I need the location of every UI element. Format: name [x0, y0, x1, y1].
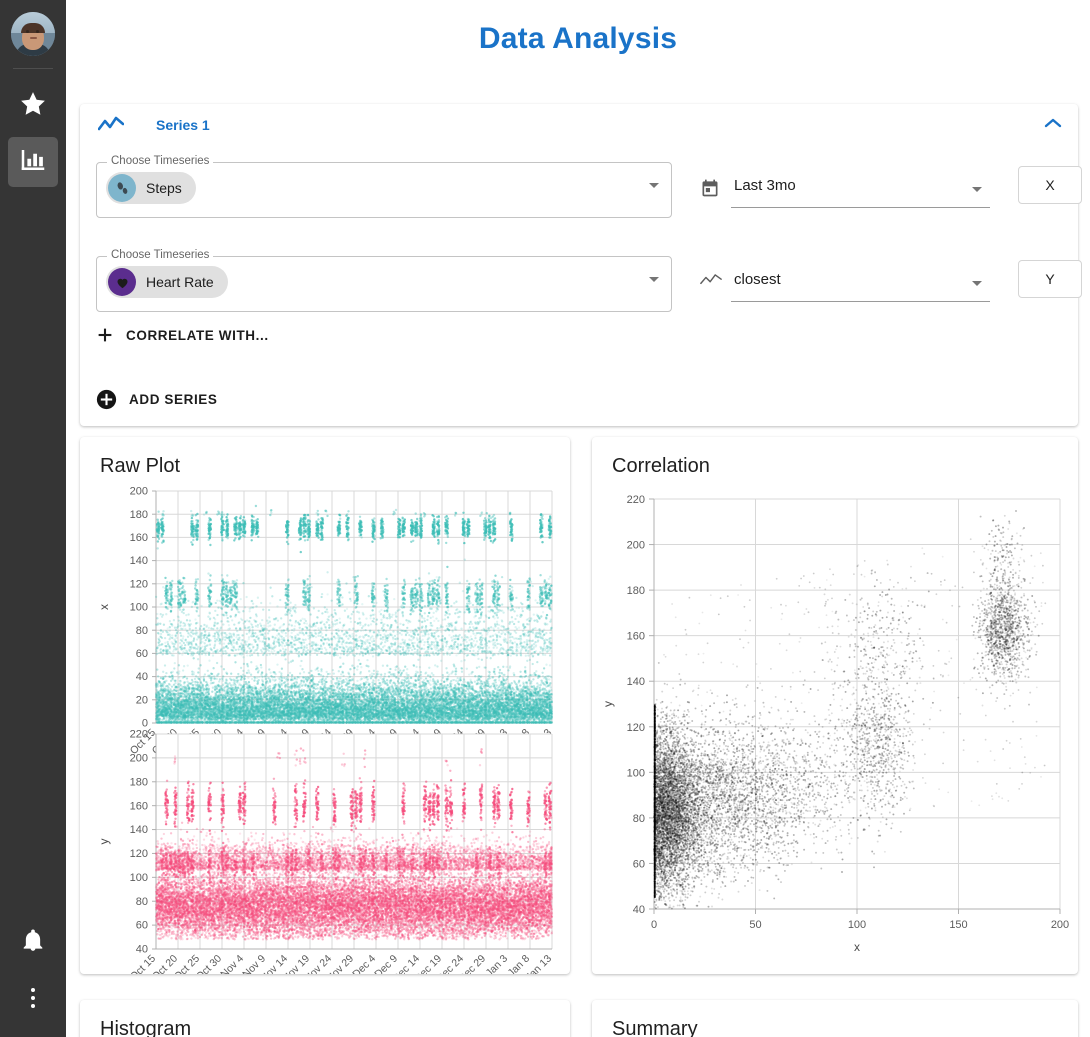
sidebar-item-data-analysis[interactable]: [8, 137, 58, 187]
main-content: Data Analysis Series 1 Choose Timeseries…: [66, 0, 1090, 1037]
add-series-button[interactable]: ADD SERIES: [96, 389, 218, 410]
correlation-chart[interactable]: 4060801001201401601802002200 50 100 150 200x…: [592, 479, 1078, 974]
plus-icon: [96, 326, 114, 344]
line-chart-icon: [700, 272, 722, 293]
calendar-icon: [700, 178, 720, 203]
interpolation-dropdown-arrow[interactable]: [972, 281, 982, 286]
raw-plot-title: Raw Plot: [80, 437, 570, 478]
timeseries-chip-y-label: Heart Rate: [146, 274, 214, 290]
bar-chart-icon: [18, 145, 48, 180]
correlation-card: Correlation 40 60 80 100 120 140 160 180 200 220 0…: [592, 437, 1078, 974]
histogram-card: Histogram: [80, 1000, 570, 1037]
line-chart-icon: [98, 116, 124, 134]
interpolation-select[interactable]: closest: [700, 268, 990, 302]
svg-text:20: 20: [136, 694, 148, 706]
svg-text:x: x: [97, 604, 111, 610]
svg-text:180: 180: [130, 509, 148, 521]
svg-text:80: 80: [136, 625, 148, 637]
svg-text:40: 40: [136, 671, 148, 683]
timeseries-y-dropdown-arrow[interactable]: [649, 277, 659, 282]
sidebar-bottom-group: [8, 911, 58, 1037]
timeseries-chip-x-label: Steps: [146, 180, 182, 196]
page-title: Data Analysis: [66, 0, 1090, 74]
interpolation-underline: [731, 301, 990, 302]
footprints-icon: [108, 174, 136, 202]
series-label: Series 1: [156, 117, 210, 133]
timerange-dropdown-arrow[interactable]: [972, 187, 982, 192]
avatar-hair: [21, 23, 45, 33]
timeseries-field-x[interactable]: Choose Timeseries Steps: [96, 162, 672, 218]
timerange-underline: [731, 207, 990, 208]
collapse-series-button[interactable]: [1038, 110, 1068, 140]
raw-plot-card: Raw Plot 0 20 40 60 80 100 120 140 160 180 200 x Oct…: [80, 437, 570, 974]
series-header: Series 1: [80, 104, 1078, 146]
chevron-up-icon: [1044, 116, 1062, 134]
sidebar: [0, 0, 66, 1037]
raw-plot-chart[interactable]: 020406080100120140160180200xOct 15Oct 20…: [80, 479, 570, 974]
query-panel: Series 1 Choose Timeseries Steps Last 3m…: [80, 104, 1078, 426]
timeseries-field-x-legend: Choose Timeseries: [107, 155, 213, 167]
sidebar-item-notifications[interactable]: [8, 917, 58, 967]
axis-button-x-label: X: [1045, 177, 1054, 193]
sidebar-item-favorites[interactable]: [8, 81, 58, 131]
timeseries-x-dropdown-arrow[interactable]: [649, 183, 659, 188]
timeseries-field-y-legend: Choose Timeseries: [107, 249, 213, 261]
star-icon: [18, 89, 48, 124]
timeseries-chip-heart-rate[interactable]: Heart Rate: [106, 266, 228, 298]
bell-icon: [20, 927, 46, 958]
svg-text:140: 140: [130, 555, 148, 567]
timerange-value: Last 3mo: [734, 177, 796, 194]
timeseries-chip-steps[interactable]: Steps: [106, 172, 196, 204]
axis-button-y[interactable]: Y: [1018, 260, 1082, 298]
summary-card: Summary: [592, 1000, 1078, 1037]
svg-text:160: 160: [130, 532, 148, 544]
timeseries-field-y[interactable]: Choose Timeseries Heart Rate: [96, 256, 672, 312]
axis-button-y-label: Y: [1045, 271, 1054, 287]
svg-text:60: 60: [136, 648, 148, 660]
sidebar-item-more[interactable]: [8, 973, 58, 1023]
timerange-select[interactable]: Last 3mo: [700, 174, 990, 208]
svg-text:120: 120: [130, 578, 148, 590]
summary-title: Summary: [592, 1000, 1078, 1037]
interpolation-value: closest: [734, 271, 781, 288]
more-vertical-icon: [31, 988, 35, 1008]
correlate-with-button[interactable]: CORRELATE WITH...: [96, 326, 269, 344]
heart-icon: [108, 268, 136, 296]
add-series-label: ADD SERIES: [129, 392, 218, 407]
user-avatar[interactable]: [11, 12, 55, 56]
plus-circle-icon: [96, 389, 117, 410]
histogram-title: Histogram: [80, 1000, 570, 1037]
svg-text:200: 200: [130, 486, 148, 498]
sidebar-divider: [13, 68, 53, 69]
correlation-title: Correlation: [592, 437, 1078, 478]
svg-text:100: 100: [130, 602, 148, 614]
correlate-with-label: CORRELATE WITH...: [126, 328, 269, 343]
avatar-mouth: [30, 37, 37, 39]
axis-button-x[interactable]: X: [1018, 166, 1082, 204]
